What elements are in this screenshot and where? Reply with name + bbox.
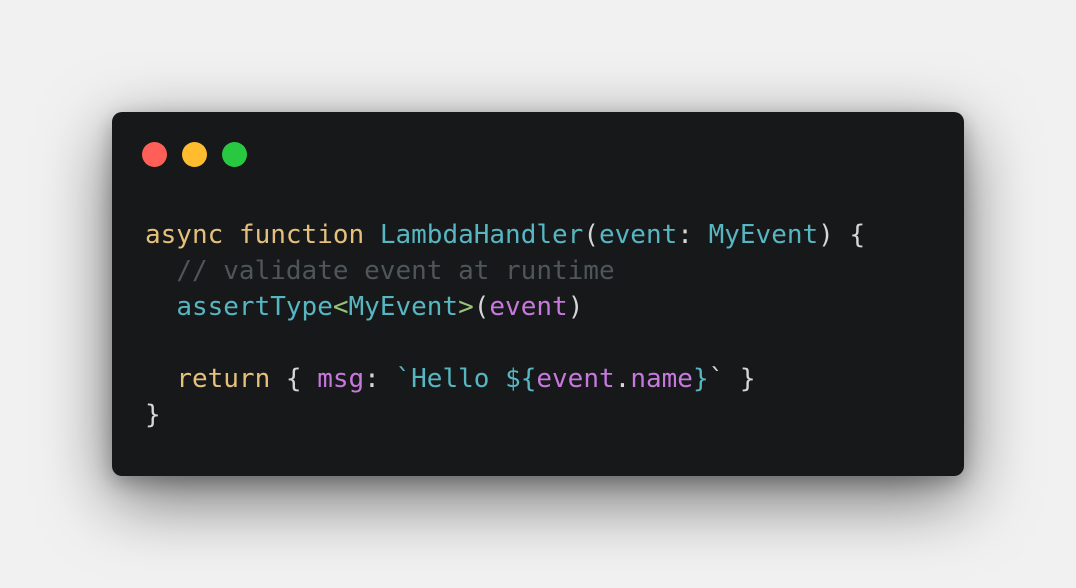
code-line: } [145,397,865,433]
code-token-punct: ) { [818,220,866,250]
code-window: async function LambdaHandler(event: MyEv… [112,112,964,476]
code-line: // validate event at runtime [145,253,865,289]
code-token-string: `Hello [395,364,506,394]
code-token-punct [145,256,176,286]
code-token-string: ${ [505,364,537,394]
code-token-punct: } [724,364,756,394]
code-token-keyword: function [238,220,365,250]
code-token-punct: ( [583,220,599,250]
code-token-punct [364,220,380,250]
code-line: async function LambdaHandler(event: MyEv… [145,217,865,253]
code-token-variable: event [536,364,615,394]
code-line: assertType<MyEvent>(event) [145,289,865,325]
code-token-punct [223,220,239,250]
code-token-punct [145,292,176,322]
window-controls [142,142,247,167]
code-token-comment: // validate event at runtime [176,256,615,286]
code-token-keyword: return [176,364,271,394]
code-block: async function LambdaHandler(event: MyEv… [145,217,865,433]
code-token-type: MyEvent [708,220,819,250]
code-token-punct: . [614,364,631,394]
code-token-punct [145,364,176,394]
code-token-punct: ) [567,292,584,322]
code-token-punct: ( [473,292,490,322]
page-background: async function LambdaHandler(event: MyEv… [0,0,1076,588]
code-line: return { msg: `Hello ${event.name}` } [145,361,865,397]
code-token-param: event [598,220,678,250]
code-token-type: MyEvent [348,292,459,322]
code-token-generic_bracket: > [458,292,474,322]
close-button-icon[interactable] [142,142,167,167]
code-token-variable: msg [317,364,365,394]
code-token-string: } [692,364,709,394]
code-token-punct: : [677,220,709,250]
code-token-generic_bracket: < [332,292,349,322]
code-token-keyword: async [145,220,224,250]
code-token-punct: } [145,400,161,430]
code-token-variable: name [630,364,693,394]
code-token-function: LambdaHandler [379,220,584,250]
code-token-function: assertType [176,292,333,322]
code-token-punct: { [270,364,318,394]
minimize-button-icon[interactable] [182,142,207,167]
code-token-punct: ` [708,364,725,394]
code-token-punct: : [364,364,396,394]
maximize-button-icon[interactable] [222,142,247,167]
code-token-variable: event [489,292,568,322]
